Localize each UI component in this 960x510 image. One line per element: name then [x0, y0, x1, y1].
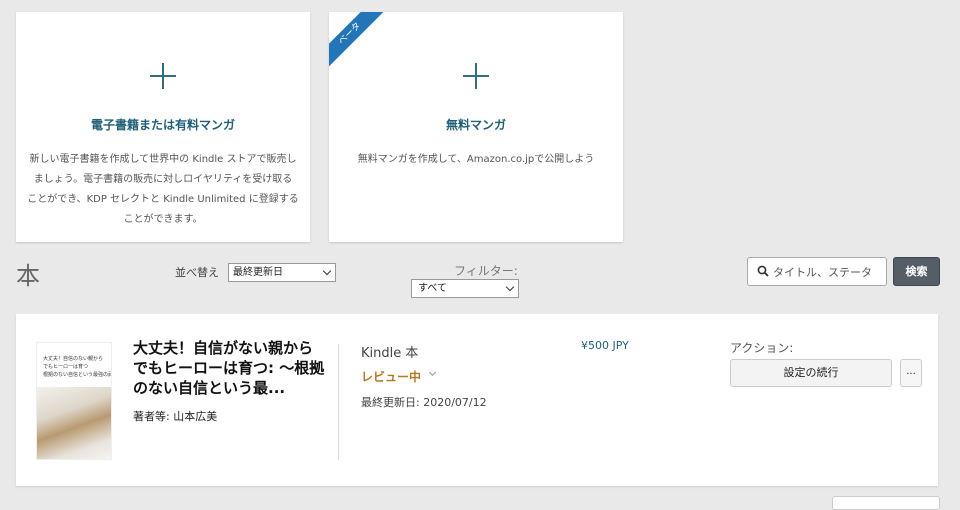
- search-button[interactable]: 検索: [893, 257, 940, 286]
- search-placeholder: タイトル、ステータ: [773, 266, 872, 279]
- create-ebook-card[interactable]: 電子書籍または有料マンガ 新しい電子書籍を作成して世界中の Kindle ストア…: [16, 12, 310, 242]
- search-input[interactable]: タイトル、ステータ: [747, 257, 887, 286]
- status-badge[interactable]: レビュー中: [361, 368, 421, 385]
- create-free-manga-description: 無料マンガを作成して、Amazon.co.jpで公開しよう: [339, 150, 613, 170]
- chevron-down-icon: [322, 266, 332, 276]
- book-row: 大丈夫！自信のない親から でもヒーローは育つ 根拠のない自信という最強の武器 大…: [16, 314, 938, 486]
- section-title: 本: [16, 262, 40, 290]
- desc-line: ことができます。: [123, 214, 203, 225]
- continue-setup-button[interactable]: 設定の続行: [730, 359, 892, 387]
- divider: [338, 344, 339, 460]
- filter-select[interactable]: すべて: [411, 279, 519, 298]
- book-format: Kindle 本: [361, 346, 419, 361]
- cover-text: 大丈夫！自信のない親から: [43, 356, 104, 362]
- chevron-down-icon: [505, 282, 515, 292]
- desc-line: ましょう。電子書籍の販売に対しロイヤリティを受け取る: [33, 174, 293, 185]
- filter-select-value: すべて: [418, 283, 447, 294]
- desc-line: 無料マンガを作成して、Amazon.co.jpで公開しよう: [357, 154, 595, 165]
- last-updated: 最終更新日: 2020/07/12: [361, 396, 487, 409]
- sort-select-value: 最終更新日: [233, 267, 283, 278]
- book-price: ¥500 JPY: [581, 339, 629, 352]
- desc-line: 新しい電子書籍を作成して世界中の Kindle ストアで販売し: [29, 154, 297, 165]
- book-cover[interactable]: 大丈夫！自信のない親から でもヒーローは育つ 根拠のない自信という最強の武器: [36, 342, 112, 460]
- cover-text: でもヒーローは育つ: [43, 364, 89, 370]
- actions-label: アクション:: [730, 341, 794, 355]
- search-icon: [757, 265, 769, 277]
- sort-label: 並べ替え: [175, 266, 219, 279]
- book-title-line: のない自信という最...: [133, 379, 286, 397]
- more-actions-button[interactable]: ...: [900, 359, 922, 387]
- sort-select[interactable]: 最終更新日: [228, 263, 336, 282]
- book-title-line: でもヒーローは育つ: 〜根拠: [133, 359, 325, 377]
- filter-label: フィルター:: [454, 264, 518, 278]
- beta-ribbon: ベータ: [329, 12, 388, 72]
- plus-icon: [150, 63, 176, 89]
- create-ebook-description: 新しい電子書籍を作成して世界中の Kindle ストアで販売し ましょう。電子書…: [26, 150, 300, 230]
- book-author: 著者等: 山本広美: [133, 410, 218, 423]
- create-free-manga-title: 無料マンガ: [445, 118, 506, 132]
- book-title[interactable]: 大丈夫！自信がない親から でもヒーローは育つ: 〜根拠 のない自信という最...: [133, 338, 333, 398]
- create-free-manga-card[interactable]: ベータ 無料マンガ 無料マンガを作成して、Amazon.co.jpで公開しよう: [329, 12, 623, 242]
- create-ebook-title: 電子書籍または有料マンガ: [90, 118, 235, 132]
- cover-text: 根拠のない自信という最強の武器: [43, 372, 112, 378]
- chevron-down-icon[interactable]: [428, 368, 437, 377]
- cover-photo: [37, 387, 111, 459]
- plus-icon: [463, 63, 489, 89]
- desc-line: ことができ、KDP セレクトと Kindle Unlimited に登録する: [27, 194, 299, 205]
- book-title-line: 大丈夫！自信がない親から: [133, 339, 314, 357]
- pagination-box[interactable]: [832, 496, 940, 510]
